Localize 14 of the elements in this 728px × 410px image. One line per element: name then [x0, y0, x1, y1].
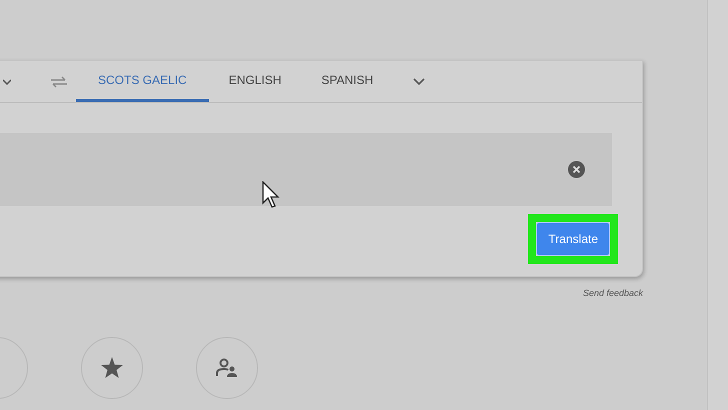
text-input-field[interactable] — [0, 133, 612, 206]
chevron-icon[interactable] — [413, 78, 426, 86]
send-feedback-link[interactable]: Send feedback — [582, 287, 643, 300]
language-tab[interactable]: SPANISH — [301, 61, 394, 102]
language-tab[interactable]: SCOTS GAELIC — [76, 61, 209, 102]
clear-icon[interactable] — [568, 161, 585, 178]
people-icon — [215, 358, 239, 378]
star-icon — [101, 357, 123, 378]
language-tab[interactable]: ENGLISH — [208, 61, 302, 102]
mouse-pointer-icon — [262, 181, 280, 208]
community-button[interactable] — [196, 336, 258, 398]
translate-button[interactable]: Translate — [536, 222, 610, 256]
chevron-icon[interactable] — [3, 78, 11, 84]
star-button[interactable] — [81, 336, 143, 398]
